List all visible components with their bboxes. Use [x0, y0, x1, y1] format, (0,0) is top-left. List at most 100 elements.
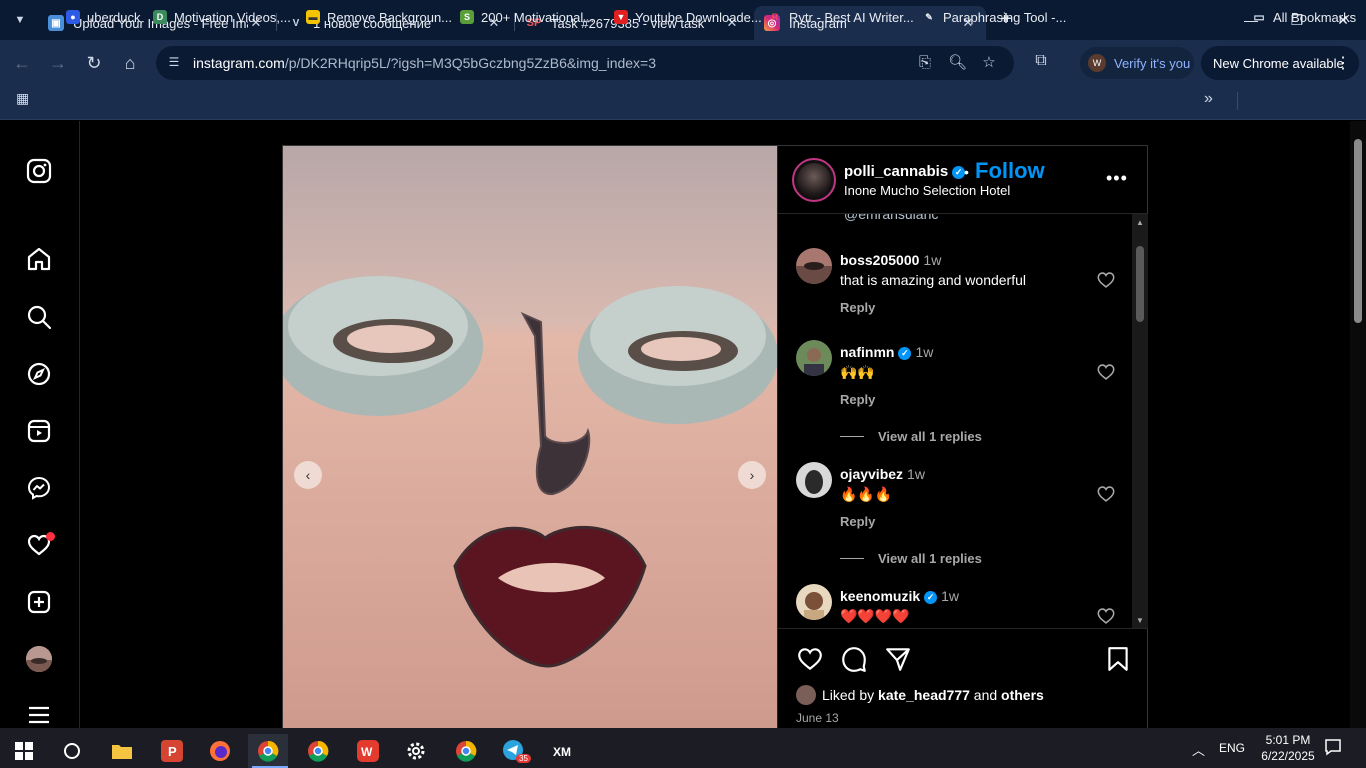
firefox-icon[interactable] [200, 734, 240, 768]
telegram-icon[interactable]: 35 [494, 734, 534, 768]
like-comment-heart-icon[interactable] [1096, 270, 1116, 290]
new-chrome-button[interactable]: New Chrome available ⋮ [1201, 46, 1359, 80]
comments-scroll-thumb[interactable] [1136, 246, 1144, 322]
bookmark-motivation-videos[interactable]: D Motivation Videos,... [153, 7, 291, 27]
comment-username[interactable]: ojayvibez [840, 466, 903, 482]
bookmark-paraphrasing-tool[interactable]: ✎ Paraphrasing Tool -... [922, 7, 1066, 27]
windows-start-icon[interactable] [4, 734, 44, 768]
post-location[interactable]: Inone Mucho Selection Hotel [844, 183, 1010, 198]
commenter-avatar[interactable] [796, 584, 832, 620]
home-icon[interactable]: ⌂ [118, 51, 142, 75]
save-bookmark-icon[interactable] [1104, 645, 1132, 673]
system-clock[interactable]: 5:01 PM 6/22/2025 [1258, 732, 1318, 764]
liker-avatar[interactable] [796, 685, 816, 705]
bookmark-remove-background[interactable]: ▬ Remove Backgroun... [306, 7, 452, 27]
like-comment-heart-icon[interactable] [1096, 484, 1116, 504]
commenter-avatar[interactable] [796, 248, 832, 284]
reels-icon[interactable] [25, 417, 53, 445]
notification-center-icon[interactable] [1324, 738, 1342, 759]
author-avatar[interactable] [792, 158, 836, 202]
messenger-icon[interactable] [25, 474, 53, 502]
chrome-icon[interactable] [298, 734, 338, 768]
comment-username[interactable]: boss205000 [840, 252, 919, 268]
all-bookmarks-button[interactable]: ▭ All Bookmarks [1252, 7, 1356, 27]
search-icon[interactable] [25, 303, 53, 331]
telegram-badge: 35 [516, 754, 531, 763]
bookmark-uberduck[interactable]: ● uberduck [66, 7, 140, 27]
forward-arrow-icon[interactable]: → [46, 51, 70, 75]
file-explorer-icon[interactable] [102, 734, 142, 768]
input-language[interactable]: ENG [1219, 741, 1245, 755]
post-date[interactable]: June 13 [796, 711, 839, 725]
carousel-prev-button[interactable]: ‹ [294, 461, 322, 489]
install-app-icon[interactable]: ⎘ [916, 54, 934, 72]
download-icon: ▼ [614, 10, 628, 24]
verify-profile-button[interactable]: W Verify it's you [1080, 47, 1194, 79]
commenter-avatar[interactable] [796, 462, 832, 498]
comment-author[interactable]: keenomuzik ✓ 1w [840, 588, 959, 604]
wps-office-icon[interactable]: W [348, 734, 388, 768]
chrome-menu-icon[interactable]: ⋮ [1335, 53, 1351, 73]
commenter-avatar[interactable] [796, 340, 832, 376]
liked-username[interactable]: kate_head777 [878, 687, 970, 703]
profile-avatar[interactable] [26, 646, 52, 672]
chrome-profile-icon[interactable] [446, 734, 486, 768]
bookmark-rytr[interactable]: R Rytr - Best AI Writer... [768, 7, 914, 27]
scroll-up-arrow-icon[interactable]: ▲ [1136, 218, 1144, 227]
extensions-puzzle-icon[interactable]: ⧉ [1030, 52, 1052, 74]
author-username[interactable]: polli_cannabis ✓ [844, 163, 966, 180]
liked-others[interactable]: others [1001, 687, 1044, 703]
site-info-icon[interactable]: ☰ [166, 55, 182, 71]
comment-author[interactable]: ojayvibez 1w [840, 466, 925, 482]
post-side-panel: polli_cannabis ✓ • Follow Inone Mucho Sel… [777, 146, 1148, 728]
more-bookmarks-chevron-icon[interactable]: » [1204, 90, 1213, 108]
like-comment-heart-icon[interactable] [1096, 606, 1116, 626]
carousel-next-button[interactable]: › [738, 461, 766, 489]
search-circle-icon[interactable] [52, 734, 92, 768]
follow-button[interactable]: Follow [975, 158, 1045, 184]
reply-button[interactable]: Reply [840, 514, 875, 529]
reply-button[interactable]: Reply [840, 300, 875, 315]
reply-button[interactable]: Reply [840, 392, 875, 407]
menu-hamburger-icon[interactable] [25, 701, 53, 729]
like-comment-heart-icon[interactable] [1096, 362, 1116, 382]
view-replies-button[interactable]: View all 1 replies [840, 429, 982, 444]
xm-trading-icon[interactable]: XM [544, 734, 584, 768]
create-plus-icon[interactable] [25, 588, 53, 616]
uberduck-icon: ● [66, 10, 80, 24]
home-icon[interactable] [25, 245, 53, 273]
address-bar[interactable]: ☰ instagram.com/p/DK2RHqrip5L/?igsh=M3Q5… [156, 46, 1014, 80]
page-scroll-thumb[interactable] [1354, 139, 1362, 323]
scroll-down-arrow-icon[interactable]: ▼ [1136, 616, 1144, 625]
more-options-icon[interactable]: ••• [1106, 168, 1128, 189]
comments-scrollbar[interactable]: ▲ ▼ [1132, 214, 1148, 628]
wps-presentation-icon[interactable]: P [152, 734, 192, 768]
settings-gear-icon[interactable] [396, 734, 436, 768]
caption-mention[interactable]: @emransulanc [844, 214, 938, 222]
explore-compass-icon[interactable] [25, 360, 53, 388]
reload-icon[interactable]: ↻ [82, 51, 106, 75]
comment-username[interactable]: nafinmn [840, 344, 894, 360]
like-heart-icon[interactable] [796, 645, 824, 673]
back-arrow-icon[interactable]: ← [10, 51, 34, 75]
comment-author[interactable]: nafinmn ✓ 1w [840, 344, 933, 360]
view-replies-button[interactable]: View all 1 replies [840, 551, 982, 566]
zoom-icon[interactable]: 🔍︎ [948, 54, 967, 72]
comment-author[interactable]: boss205000 1w [840, 252, 941, 268]
bookmark-label: Remove Backgroun... [327, 9, 453, 25]
comment-username[interactable]: keenomuzik [840, 588, 920, 604]
apps-grid-icon[interactable]: ▦ [16, 90, 36, 110]
page-scrollbar[interactable] [1350, 121, 1366, 728]
instagram-logo-icon[interactable] [25, 157, 53, 185]
username-text[interactable]: polli_cannabis [844, 163, 948, 180]
bookmark-youtube-downloader[interactable]: ▼ Youtube Downloade... [614, 7, 762, 27]
tray-chevron-up-icon[interactable]: ︿ [1192, 740, 1205, 759]
comment-bubble-icon[interactable] [840, 645, 868, 673]
bookmark-star-icon[interactable]: ☆ [980, 54, 998, 72]
tab-search-chevron-icon[interactable]: ▼ [8, 8, 32, 32]
chrome-profile-w-icon[interactable] [248, 734, 288, 768]
share-paper-plane-icon[interactable] [884, 645, 912, 673]
liked-prefix: Liked by [822, 687, 875, 703]
bookmark-motivational[interactable]: S 200+ Motivational... [460, 7, 594, 27]
url-text[interactable]: instagram.com/p/DK2RHqrip5L/?igsh=M3Q5bG… [193, 55, 656, 71]
